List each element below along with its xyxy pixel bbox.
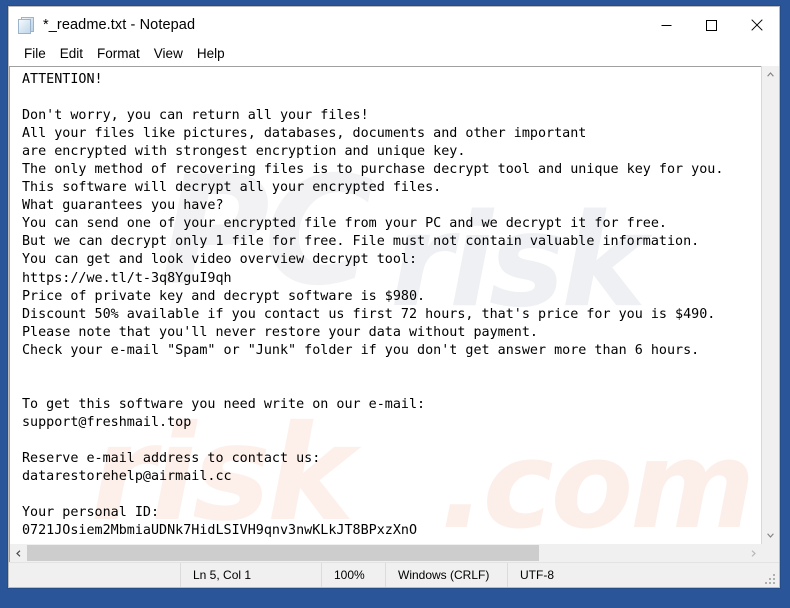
notepad-document-icon bbox=[18, 16, 35, 34]
horizontal-scroll-thumb[interactable] bbox=[27, 545, 539, 561]
menu-item-file[interactable]: File bbox=[17, 44, 53, 65]
menu-item-help[interactable]: Help bbox=[190, 44, 232, 65]
maximize-button[interactable] bbox=[689, 7, 734, 43]
notepad-window: *_readme.txt - Notepad File Edit Format … bbox=[8, 6, 780, 588]
horizontal-scroll-track[interactable] bbox=[27, 544, 745, 562]
scroll-up-icon[interactable] bbox=[762, 66, 779, 83]
status-spacer bbox=[9, 563, 181, 587]
menu-bar: File Edit Format View Help bbox=[9, 43, 779, 65]
horizontal-scrollbar[interactable] bbox=[9, 544, 779, 562]
title-bar: *_readme.txt - Notepad bbox=[9, 7, 779, 43]
scroll-right-icon[interactable] bbox=[745, 544, 762, 562]
status-encoding: UTF-8 bbox=[520, 568, 554, 582]
window-controls bbox=[644, 7, 779, 43]
text-editor-region[interactable]: PC risk risk .com ATTENTION! Don't worry… bbox=[9, 66, 761, 544]
vertical-scrollbar[interactable] bbox=[761, 66, 779, 544]
close-button[interactable] bbox=[734, 7, 779, 43]
menu-item-edit[interactable]: Edit bbox=[53, 44, 90, 65]
scroll-down-icon[interactable] bbox=[762, 527, 779, 544]
scroll-left-icon[interactable] bbox=[10, 544, 27, 562]
menu-item-format[interactable]: Format bbox=[90, 44, 147, 65]
resize-grip-icon[interactable] bbox=[608, 563, 779, 587]
editor-area: PC risk risk .com ATTENTION! Don't worry… bbox=[9, 65, 779, 544]
status-zoom-level[interactable]: 100% bbox=[322, 563, 386, 587]
menu-item-view[interactable]: View bbox=[147, 44, 190, 65]
status-bar: Ln 5, Col 1 100% Windows (CRLF) UTF-8 bbox=[9, 562, 779, 587]
minimize-button[interactable] bbox=[644, 7, 689, 43]
status-cursor-position: Ln 5, Col 1 bbox=[181, 563, 322, 587]
ransom-note-text[interactable]: ATTENTION! Don't worry, you can return a… bbox=[10, 67, 761, 540]
window-title: *_readme.txt - Notepad bbox=[43, 17, 196, 33]
status-line-ending: Windows (CRLF) bbox=[386, 563, 508, 587]
scrollbar-corner bbox=[762, 544, 779, 562]
